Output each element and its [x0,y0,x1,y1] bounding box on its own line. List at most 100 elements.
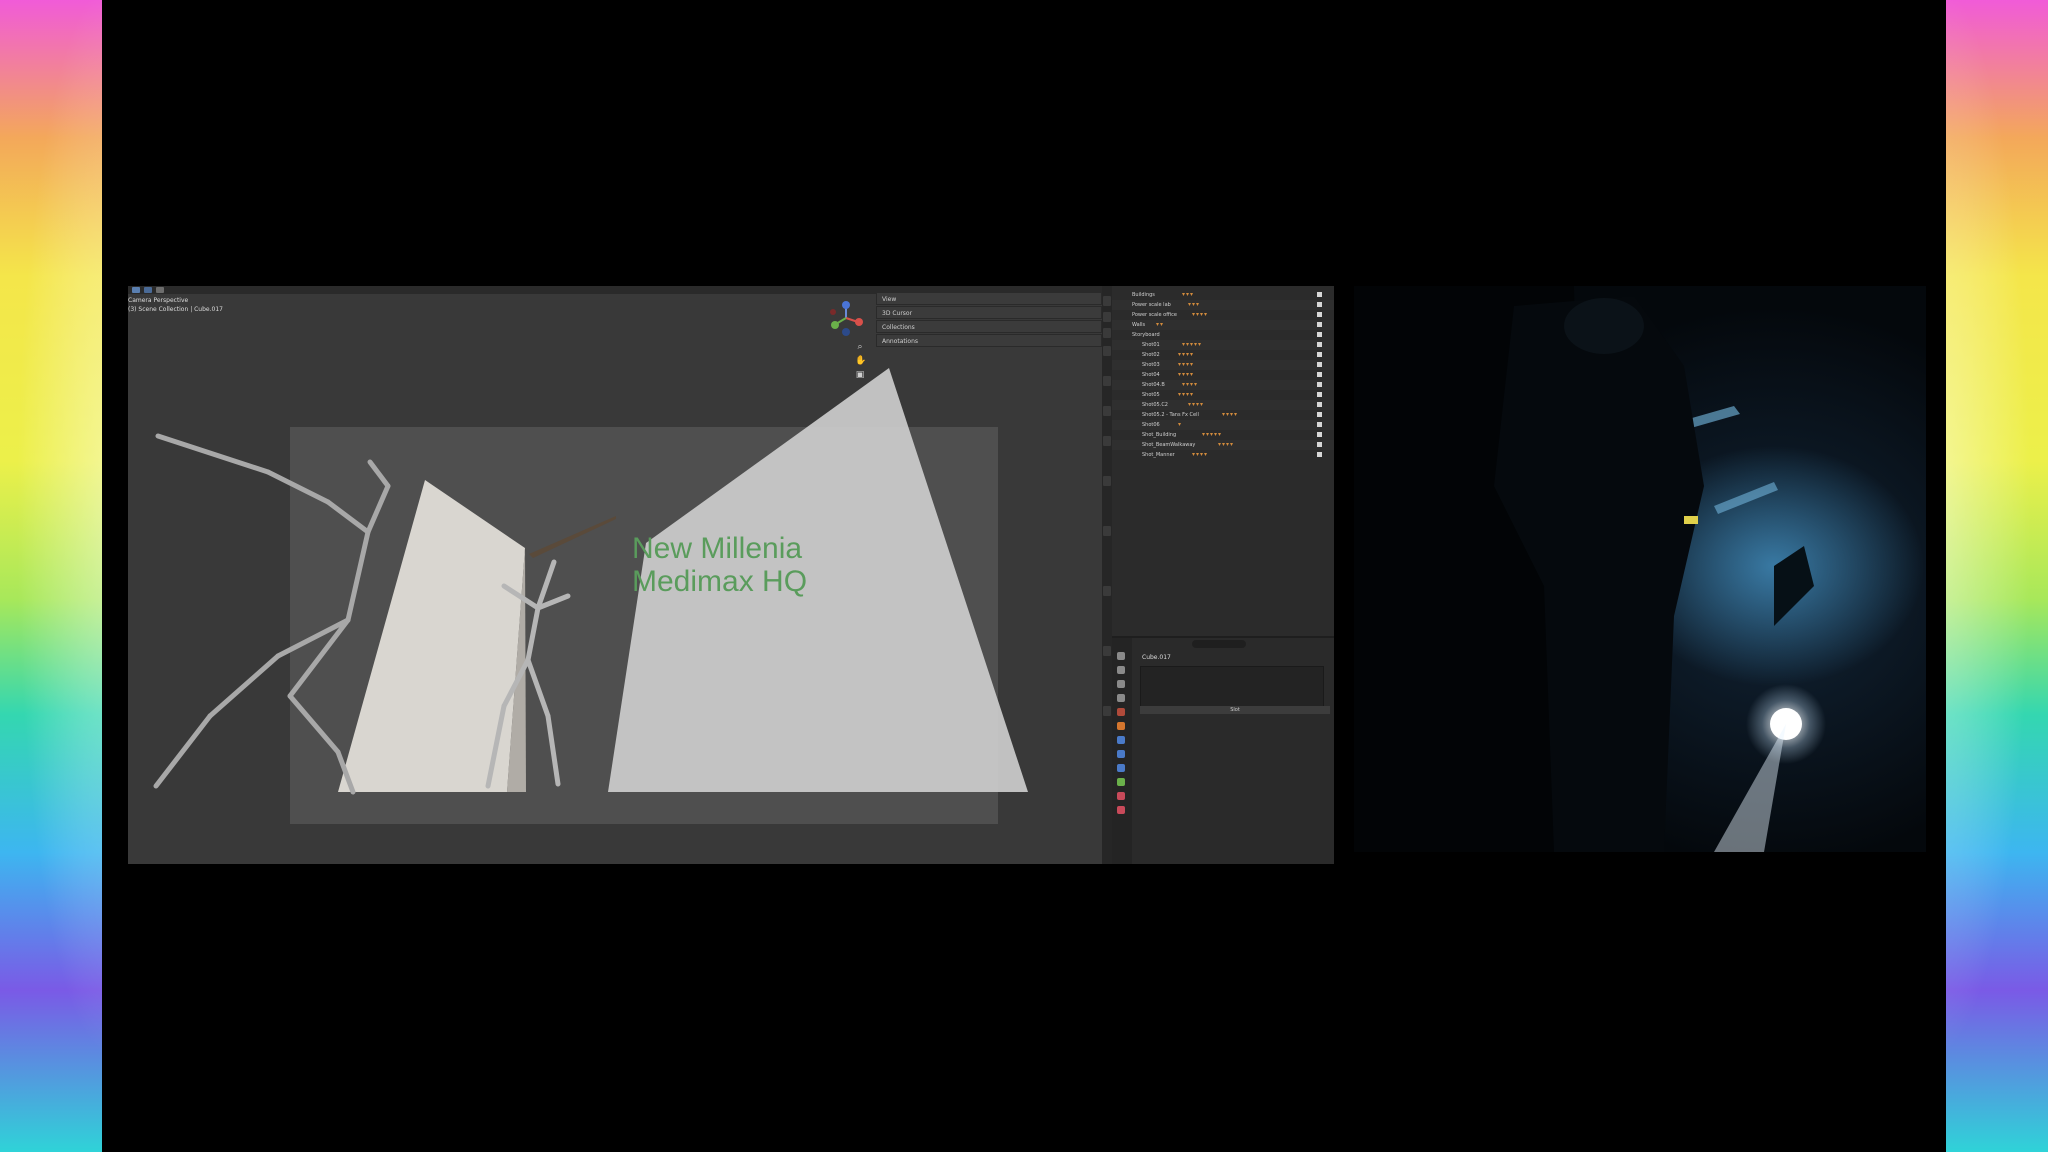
restrict-icons: ▾▾▾▾ [1222,411,1239,418]
outliner-row[interactable]: Power scale lab ▾▾▾ [1112,300,1334,310]
yellow-light [1684,516,1698,524]
outliner-label: Shot_Manner [1142,452,1175,458]
checkbox[interactable] [1317,382,1322,387]
object-name-label: Cube.017 [1142,654,1171,661]
material-icon[interactable] [1117,792,1125,800]
outliner-label: Shot05.C2 [1142,402,1168,408]
physics-icon[interactable] [1117,764,1125,772]
checkbox[interactable] [1317,302,1322,307]
restrict-icons: ▾ [1178,421,1183,428]
tab-addon-7[interactable] [1103,646,1111,656]
render-image [1354,286,1814,852]
tab-addon-2[interactable] [1103,406,1111,416]
checkbox[interactable] [1317,422,1322,427]
rainbow-border-left [0,0,102,1152]
tab-addon-8[interactable] [1103,706,1111,716]
view-layer-icon[interactable] [1117,694,1125,702]
tab-addon-6[interactable] [1103,586,1111,596]
3d-viewport[interactable]: Camera Perspective (3) Scene Collection … [128,286,1102,864]
outliner-label: Walls [1132,322,1146,328]
outliner-label: Shot_BeamWalkaway [1142,442,1196,448]
outliner-label: Power scale office [1132,312,1177,318]
checkbox[interactable] [1317,362,1322,367]
outliner-row[interactable]: Shot05 ▾▾▾▾ [1112,390,1334,400]
restrict-icons: ▾▾▾▾▾ [1202,431,1223,438]
outliner-label: Shot05.2 - Tans Fx Cell [1142,412,1199,418]
npanel-section-3d-cursor[interactable]: 3D Cursor [876,306,1102,319]
slot-bar[interactable]: Slot [1140,706,1330,714]
render-icon[interactable] [1117,666,1125,674]
pan-hand-icon[interactable]: ✋ [855,356,866,366]
texture-icon[interactable] [1117,806,1125,814]
sidebar-tabs [1102,286,1112,864]
outliner-row[interactable]: Shot05.C2 ▾▾▾▾ [1112,400,1334,410]
checkbox[interactable] [1317,392,1322,397]
outliner-row[interactable]: Shot_Building ▾▾▾▾▾ [1112,430,1334,440]
checkbox[interactable] [1317,412,1322,417]
outliner-row[interactable]: Shot01 ▾▾▾▾▾ [1112,340,1334,350]
checkbox[interactable] [1317,322,1322,327]
checkbox[interactable] [1317,352,1322,357]
outliner-row[interactable]: Shot02 ▾▾▾▾ [1112,350,1334,360]
npanel-section-annotations[interactable]: Annotations [876,334,1102,347]
outliner-row[interactable]: Buildings ▾▾▾ [1112,290,1334,300]
restrict-icons: ▾▾▾▾ [1182,381,1199,388]
object-icon[interactable] [1117,722,1125,730]
outliner-row[interactable]: Shot04 ▾▾▾▾ [1112,370,1334,380]
tool-icon[interactable] [1117,652,1125,660]
camera-view-icon[interactable]: ▣ [855,370,865,380]
restrict-icons: ▾▾▾▾ [1218,441,1235,448]
rainbow-border-right [1946,0,2048,1152]
outliner-row[interactable]: Shot03 ▾▾▾▾ [1112,360,1334,370]
tab-addon-3[interactable] [1103,436,1111,446]
properties-search-input[interactable] [1192,640,1246,648]
modifier-icon[interactable] [1117,736,1125,744]
npanel-section-collections[interactable]: Collections [876,320,1102,333]
checkbox[interactable] [1317,402,1322,407]
tab-tool[interactable] [1103,312,1111,322]
outliner-row[interactable]: Power scale office ▾▾▾▾ [1112,310,1334,320]
outliner-row[interactable]: Shot_Manner ▾▾▾▾ [1112,450,1334,460]
gun-silhouette [1774,546,1814,626]
checkbox[interactable] [1317,442,1322,447]
checkbox[interactable] [1317,452,1322,457]
scene-icon[interactable] [1117,708,1125,716]
sidebar-n-panel: View 3D Cursor Collections Annotations [876,292,1102,348]
data-icon[interactable] [1117,778,1125,786]
navigation-gizmo[interactable] [828,300,864,344]
restrict-icons: ▾▾▾▾ [1178,351,1195,358]
outliner-row[interactable]: Shot_BeamWalkaway ▾▾▾▾ [1112,440,1334,450]
outliner-label: Storyboard [1132,332,1160,338]
particles-icon[interactable] [1117,750,1125,758]
tab-addon-5[interactable] [1103,526,1111,536]
checkbox[interactable] [1317,342,1322,347]
checkbox[interactable] [1317,292,1322,297]
zoom-icon[interactable]: ⌕ [855,342,865,352]
checkbox[interactable] [1317,432,1322,437]
outliner-row[interactable]: Shot06 ▾ [1112,420,1334,430]
outliner-row[interactable]: Shot04.B ▾▾▾▾ [1112,380,1334,390]
output-icon[interactable] [1117,680,1125,688]
tab-addon-1[interactable] [1103,376,1111,386]
restrict-icons: ▾▾▾▾ [1192,451,1209,458]
flashlight-beam [1714,724,1786,852]
outliner-row[interactable]: Storyboard [1112,330,1334,340]
tab-view[interactable] [1103,328,1111,338]
render-preview [1354,286,1926,852]
checkbox[interactable] [1317,312,1322,317]
checkbox[interactable] [1317,332,1322,337]
outliner-label: Shot05 [1142,392,1160,398]
checkbox[interactable] [1317,372,1322,377]
npanel-section-view[interactable]: View [876,292,1102,305]
material-slots-list[interactable] [1140,666,1324,708]
outliner-row[interactable]: Shot05.2 - Tans Fx Cell ▾▾▾▾ [1112,410,1334,420]
restrict-icons: ▾▾▾▾ [1178,391,1195,398]
door-frame-shape [529,516,616,558]
tab-item[interactable] [1103,296,1111,306]
outliner-row[interactable]: Walls ▾▾ [1112,320,1334,330]
sign-line-1: New Millenia [632,532,803,565]
outliner-label: Buildings [1132,292,1155,298]
tab-edit[interactable] [1103,346,1111,356]
tab-addon-4[interactable] [1103,476,1111,486]
outliner-label: Power scale lab [1132,302,1171,308]
